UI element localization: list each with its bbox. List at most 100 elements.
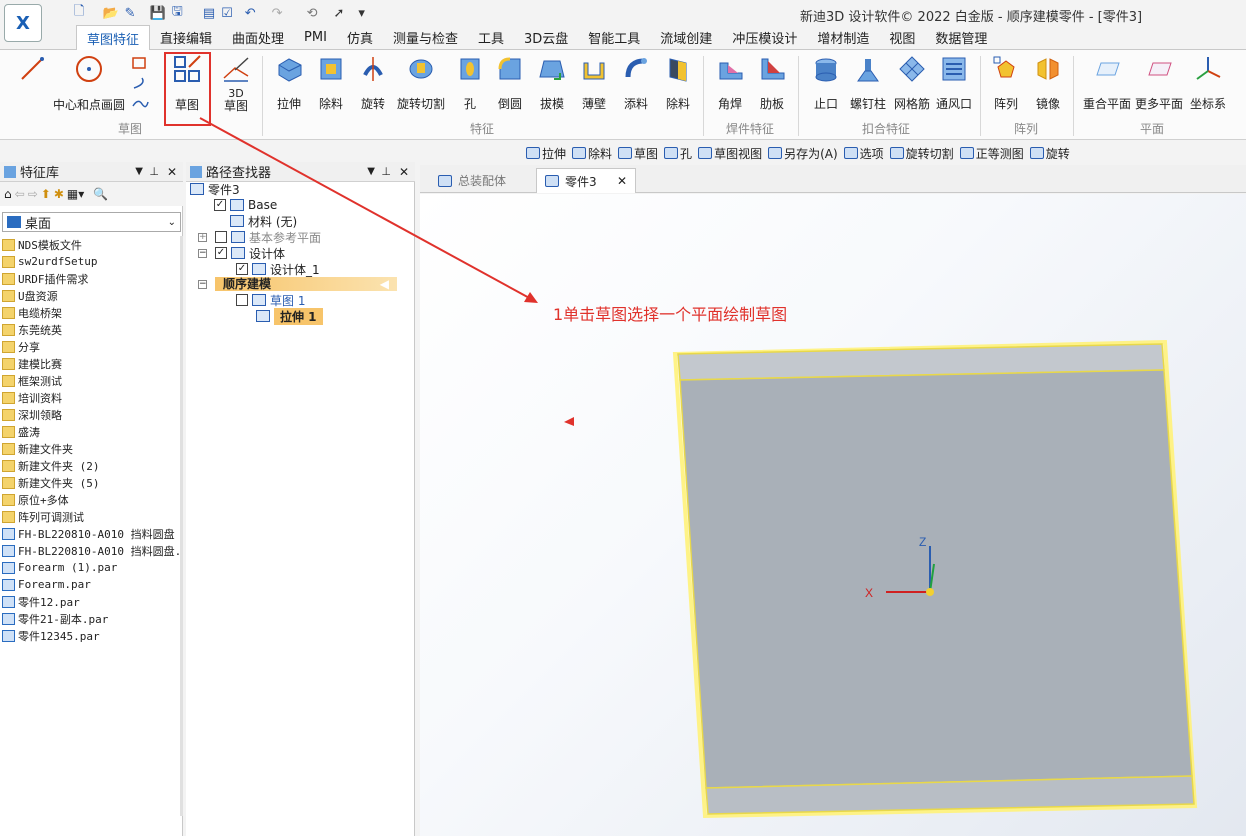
expand-icon[interactable]: + bbox=[198, 232, 207, 242]
cmd-sketch-view[interactable]: 草图视图 bbox=[698, 145, 762, 162]
library-file-item[interactable]: 零件12.par bbox=[2, 593, 181, 610]
new-file-icon[interactable]: 🗋 bbox=[74, 2, 84, 24]
library-folder-item[interactable]: 分享 bbox=[2, 338, 181, 355]
cmd-revolve-cut[interactable]: 旋转切割 bbox=[889, 145, 954, 162]
view-mode-icon[interactable]: ▦▾ bbox=[67, 187, 84, 201]
tab-smart-tools[interactable]: 智能工具 bbox=[578, 25, 650, 49]
library-folder-item[interactable]: 深圳领略 bbox=[2, 406, 181, 423]
tab-assembly[interactable]: 总装配体 bbox=[430, 168, 514, 193]
tree-part[interactable]: 零件3 bbox=[190, 181, 240, 197]
forward-icon[interactable]: ⇨ bbox=[28, 187, 38, 201]
close-tab-icon[interactable]: ✕ bbox=[617, 174, 627, 188]
tab-data-management[interactable]: 数据管理 bbox=[925, 25, 997, 49]
back-icon[interactable]: ⇦ bbox=[15, 187, 25, 201]
remove-material-button[interactable]: 除料 bbox=[656, 54, 700, 112]
base-checkbox[interactable]: ✓ bbox=[214, 199, 226, 211]
grid-rib-button[interactable]: 网格筋 bbox=[890, 54, 934, 112]
rib-button[interactable]: 肋板 bbox=[750, 54, 794, 112]
part-model[interactable]: Z X bbox=[420, 194, 1246, 836]
close-icon[interactable]: ✕ bbox=[167, 165, 177, 179]
repeat-icon[interactable]: ⟲ bbox=[307, 6, 318, 21]
tab-measure[interactable]: 测量与检查 bbox=[383, 25, 468, 49]
pin-icon[interactable]: ⊥ bbox=[381, 165, 391, 178]
library-folder-item[interactable]: 东莞统英 bbox=[2, 321, 181, 338]
collapse-icon[interactable]: − bbox=[198, 279, 207, 289]
collapse-icon[interactable]: − bbox=[198, 248, 207, 258]
mirror-button[interactable]: 镜像 bbox=[1026, 54, 1070, 112]
library-folder-item[interactable]: sw2urdfSetup bbox=[2, 253, 181, 270]
curve-icon[interactable] bbox=[130, 96, 150, 110]
library-folder-item[interactable]: 建模比赛 bbox=[2, 355, 181, 372]
tab-flow[interactable]: 流域创建 bbox=[650, 25, 722, 49]
up-folder-icon[interactable]: ⬆ bbox=[41, 187, 51, 201]
add-material-button[interactable]: 添料 bbox=[614, 54, 658, 112]
library-folder-item[interactable]: 电缆桥架 bbox=[2, 304, 181, 321]
design-body-checkbox[interactable]: ✓ bbox=[215, 247, 227, 259]
tree-extrude-1[interactable]: 拉伸 1 bbox=[256, 307, 323, 325]
tree-reference-planes[interactable]: + 基本参考平面 bbox=[198, 229, 321, 245]
library-folder-item[interactable]: U盘资源 bbox=[2, 287, 181, 304]
draft-button[interactable]: 拔模 bbox=[530, 54, 574, 112]
rectangle-icon[interactable] bbox=[130, 56, 150, 70]
pin-icon[interactable]: ⊥ bbox=[149, 165, 159, 178]
customize-toolbar-icon[interactable]: ▾ bbox=[358, 6, 365, 21]
stop-button[interactable]: 止口 bbox=[804, 54, 848, 112]
cmd-cut[interactable]: 除料 bbox=[572, 145, 612, 162]
3d-viewport[interactable]: Z X bbox=[420, 194, 1246, 836]
circle-button[interactable]: 中心和点画圆 bbox=[52, 54, 126, 112]
cmd-isometric[interactable]: 正等测图 bbox=[959, 145, 1024, 162]
tree-ordered[interactable]: − 顺序建模 ◀ bbox=[198, 276, 397, 292]
redo-icon[interactable]: ↷ bbox=[272, 6, 283, 21]
recent-icon[interactable]: ✎ bbox=[125, 6, 136, 21]
tab-part3[interactable]: 零件3 ✕ bbox=[536, 168, 636, 193]
save-all-icon[interactable]: 🖫 bbox=[172, 2, 183, 24]
library-folder-item[interactable]: 新建文件夹 (2) bbox=[2, 457, 181, 474]
tree-material[interactable]: 材料 (无) bbox=[230, 213, 297, 229]
tab-pmi[interactable]: PMI bbox=[294, 25, 337, 49]
library-folder-item[interactable]: 新建文件夹 (5) bbox=[2, 474, 181, 491]
sketch-1-checkbox[interactable] bbox=[236, 294, 248, 306]
cmd-hole[interactable]: 孔 bbox=[664, 145, 692, 162]
search-icon[interactable]: 🔍 bbox=[93, 187, 108, 201]
thin-wall-button[interactable]: 薄壁 bbox=[572, 54, 616, 112]
properties-icon[interactable]: ☑ bbox=[221, 6, 233, 21]
panel-menu-icon[interactable]: ▼ bbox=[135, 166, 143, 177]
cut-button[interactable]: 除料 bbox=[309, 54, 353, 112]
coincident-plane-button[interactable]: 重合平面 bbox=[1082, 54, 1132, 112]
open-file-icon[interactable]: 📂 bbox=[102, 6, 118, 21]
library-folder-item[interactable]: URDF插件需求 bbox=[2, 270, 181, 287]
cmd-sketch[interactable]: 草图 bbox=[618, 145, 658, 162]
extrude-button[interactable]: 拉伸 bbox=[267, 54, 311, 112]
library-folder-item[interactable]: 框架测试 bbox=[2, 372, 181, 389]
fillet-weld-button[interactable]: 角焊 bbox=[708, 54, 752, 112]
scrollbar[interactable] bbox=[180, 236, 183, 816]
tab-simulation[interactable]: 仿真 bbox=[337, 25, 383, 49]
revolve-cut-button[interactable]: 旋转切割 bbox=[396, 54, 446, 112]
table-icon[interactable]: ▤ bbox=[203, 6, 215, 21]
library-file-item[interactable]: FH-BL220810-A010 挡料圆盘 bbox=[2, 525, 181, 542]
hole-button[interactable]: 孔 bbox=[448, 54, 492, 112]
cmd-extrude[interactable]: 拉伸 bbox=[526, 145, 566, 162]
tree-design-body[interactable]: − ✓ 设计体 bbox=[198, 245, 285, 261]
library-file-item[interactable]: Forearm.par bbox=[2, 576, 181, 593]
tab-sketch-features[interactable]: 草图特征 bbox=[76, 25, 151, 50]
library-folder-item[interactable]: 培训资料 bbox=[2, 389, 181, 406]
library-folder-item[interactable]: 盛涛 bbox=[2, 423, 181, 440]
sketch-3d-button[interactable]: 3D 草图 bbox=[214, 54, 258, 112]
tab-additive[interactable]: 增材制造 bbox=[807, 25, 879, 49]
tab-view[interactable]: 视图 bbox=[879, 25, 925, 49]
undo-icon[interactable]: ↶ bbox=[245, 6, 256, 21]
library-folder-item[interactable]: 新建文件夹 bbox=[2, 440, 181, 457]
tab-direct-edit[interactable]: 直接编辑 bbox=[150, 25, 222, 49]
more-planes-button[interactable]: 更多平面 bbox=[1134, 54, 1184, 112]
round-button[interactable]: 倒圆 bbox=[488, 54, 532, 112]
arc-icon[interactable] bbox=[130, 76, 150, 90]
panel-menu-icon[interactable]: ▼ bbox=[367, 166, 375, 177]
select-tool-icon[interactable]: ➚ bbox=[333, 6, 344, 21]
library-file-item[interactable]: Forearm (1).par bbox=[2, 559, 181, 576]
ref-planes-checkbox[interactable] bbox=[215, 231, 227, 243]
tab-surface[interactable]: 曲面处理 bbox=[222, 25, 294, 49]
design-body-1-checkbox[interactable]: ✓ bbox=[236, 263, 248, 275]
new-folder-icon[interactable]: ✱ bbox=[54, 187, 64, 201]
tree-design-body-1[interactable]: ✓ 设计体_1 bbox=[236, 261, 320, 277]
